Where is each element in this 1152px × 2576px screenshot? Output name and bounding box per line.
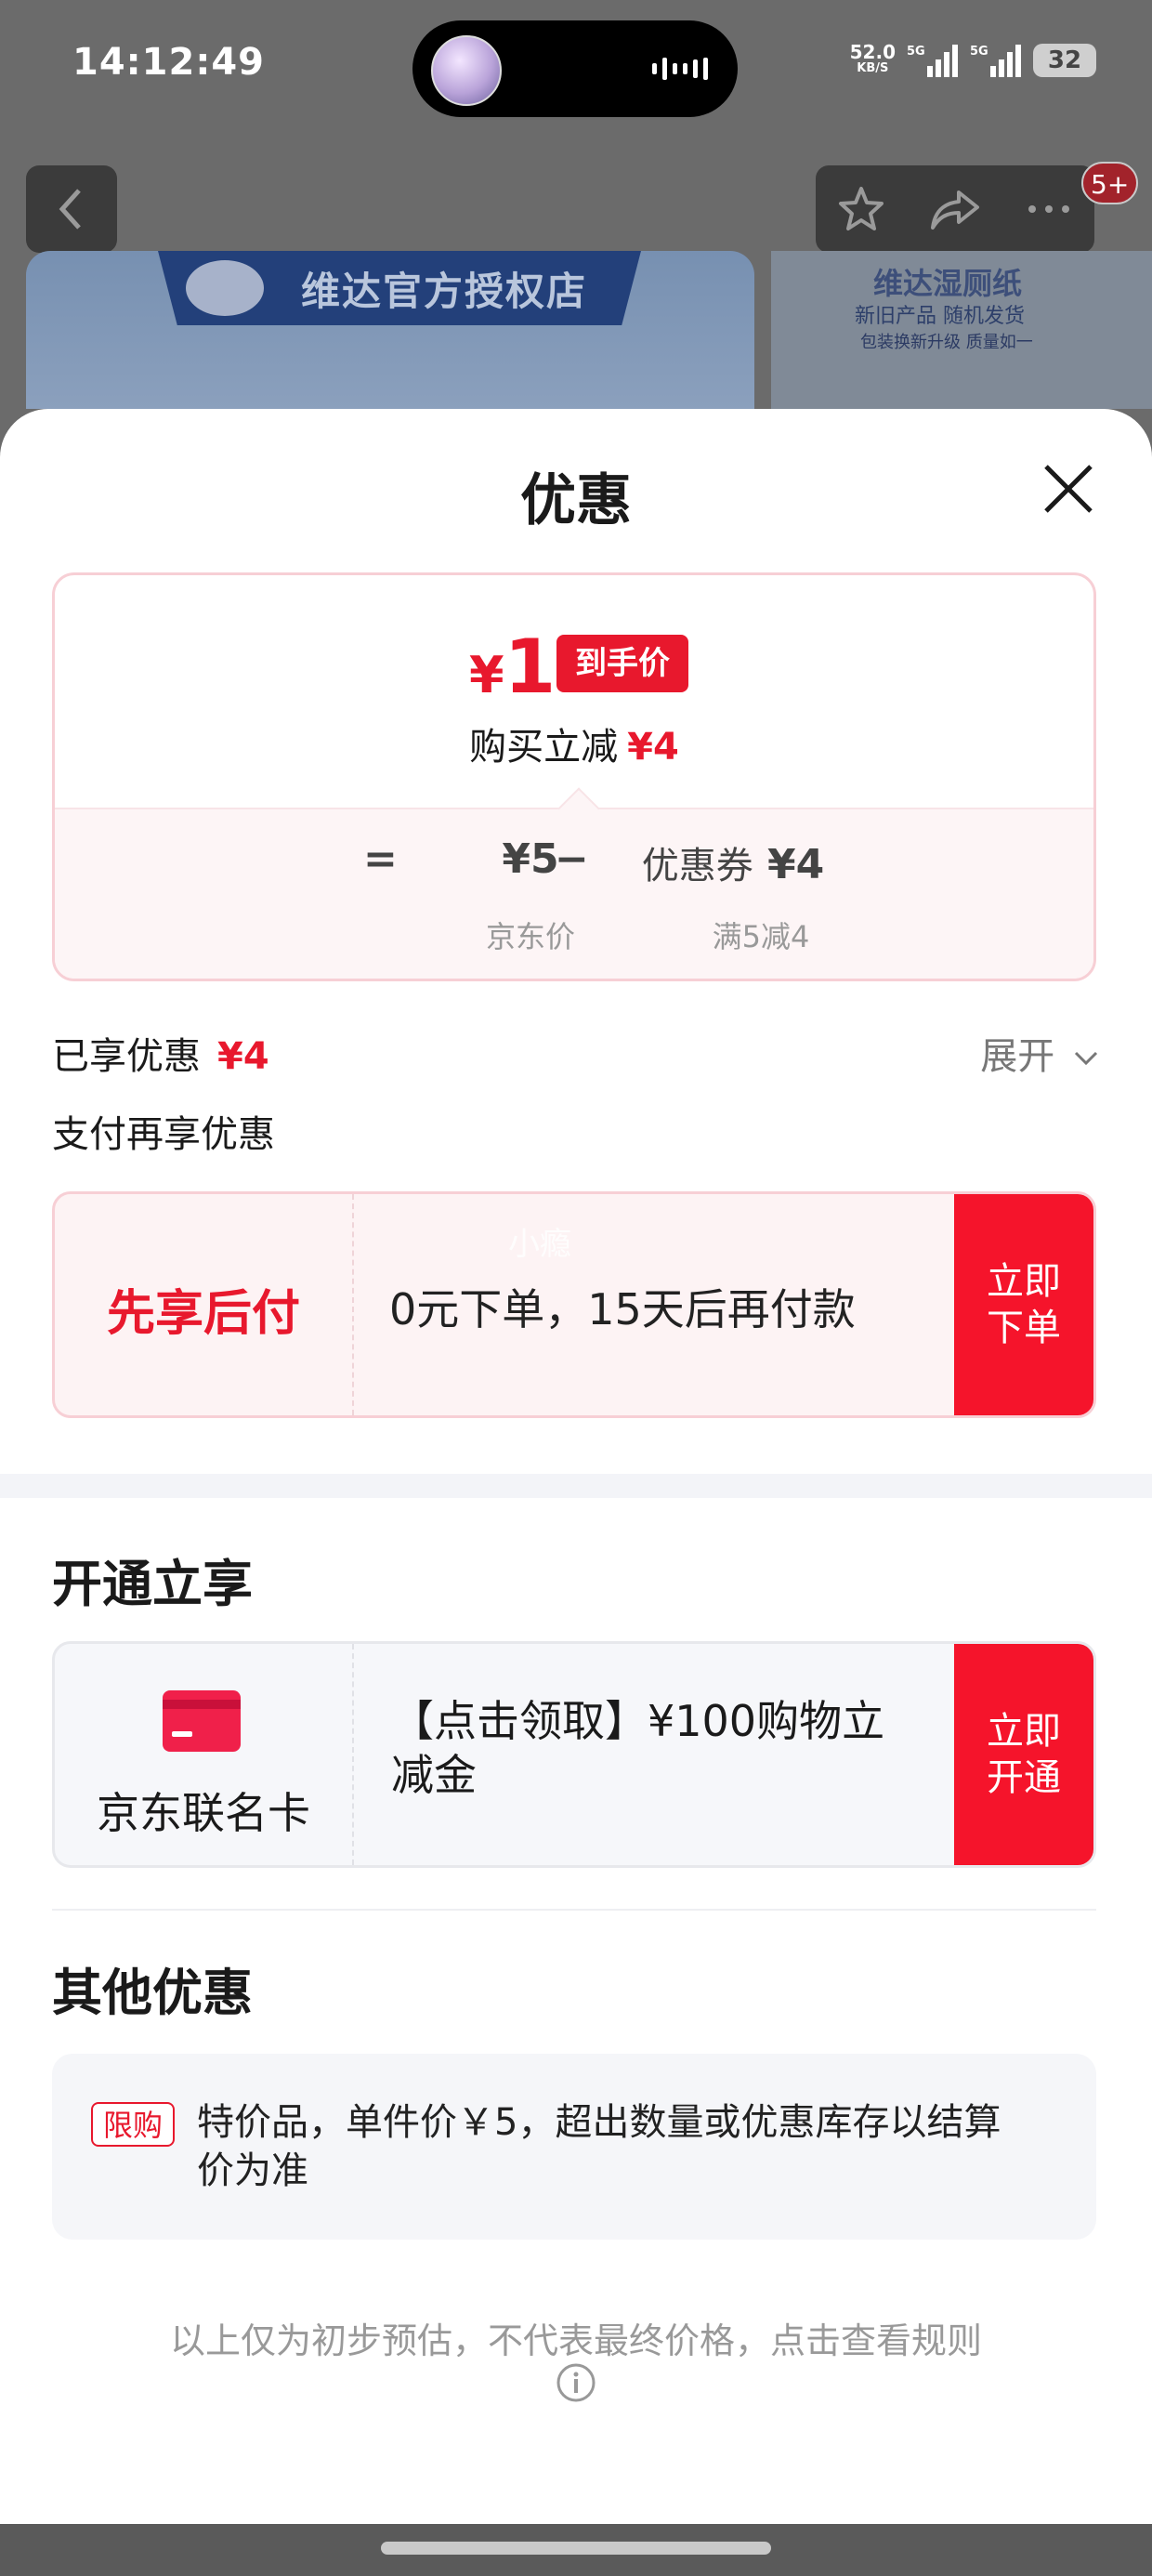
signal-5g-icon: 5G (907, 45, 958, 77)
other-section-title: 其他优惠 (52, 1964, 253, 2022)
original-price: ¥5 (502, 835, 559, 883)
store-plate: 维达官方授权店 (158, 251, 641, 325)
final-price-tag: 到手价 (556, 635, 688, 692)
disclaimer-link[interactable]: 以上仅为初步预估，不代表最终价格，点击查看规则 (0, 2312, 1152, 2363)
section-divider (0, 1474, 1152, 1498)
close-icon[interactable] (1039, 459, 1098, 519)
price-formula: = ¥5 − 优惠券 ¥4 京东价 满5减4 (55, 787, 1093, 979)
home-indicator[interactable] (381, 2542, 771, 2555)
pay-more-label: 支付再享优惠 (52, 1113, 275, 1156)
limit-tag: 限购 (91, 2102, 175, 2147)
equals-sign: = (363, 835, 398, 883)
divider-line (52, 1909, 1096, 1911)
card-offer-desc: 【点击领取】¥100购物立减金 (391, 1696, 885, 1800)
other-offer-text: 特价品，单件价￥5，超出数量或优惠库存以结算价为准 (197, 2101, 1001, 2192)
message-badge: 5+ (1081, 162, 1139, 204)
minus-sign: − (555, 835, 589, 883)
bnpl-desc: 0元下单，15天后再付款 (389, 1284, 856, 1334)
vinda-logo (186, 260, 264, 316)
svg-text:5G: 5G (907, 45, 925, 59)
store-name: 维达官方授权店 (301, 268, 588, 314)
original-price-label: 京东价 (485, 919, 575, 954)
promo-title: 维达湿厕纸 (873, 266, 1023, 301)
dynamic-island[interactable] (412, 20, 738, 117)
status-indicators: 52.0 KB/S 5G 5G 32 (850, 37, 1096, 84)
chevron-down-icon (1074, 1051, 1098, 1066)
coupon-rule: 满5减4 (712, 919, 810, 954)
promo-banner: 维达湿厕纸 新旧产品 随机发货 包装换新升级 质量如一 (771, 251, 1152, 409)
status-time: 14:12:49 (72, 41, 265, 84)
audio-wave-icon (652, 58, 708, 80)
card-name: 京东联名卡 (97, 1788, 310, 1838)
price-breakdown-card: ¥1 到手价 购买立减 ¥4 = ¥5 − 优惠券 ¥4 京东价 满5减4 (52, 572, 1096, 981)
store-banner: 维达官方授权店 (26, 251, 754, 409)
bnpl-left: 先享后付 (55, 1194, 354, 1415)
expand-button[interactable]: 展开 (980, 1026, 1100, 1080)
network-speed: 52.0 KB/S (849, 41, 896, 75)
info-icon[interactable] (556, 2362, 596, 2403)
instant-reduce: 购买立减 ¥4 (469, 726, 679, 769)
bnpl-offer-card[interactable]: 先享后付 小瘾 0元下单，15天后再付款 立即 下单 (52, 1191, 1096, 1418)
status-bar: 14:12:49 52.0 KB/S 5G 5G 32 (0, 0, 1152, 139)
order-now-button[interactable]: 立即 下单 (954, 1194, 1093, 1415)
coupon-amount: 优惠券 ¥4 (641, 841, 825, 888)
other-offer-box: 限购 特价品，单件价￥5，超出数量或优惠库存以结算价为准 (52, 2054, 1096, 2240)
sheet-title: 优惠 (520, 468, 632, 533)
final-price: ¥1 (469, 624, 556, 710)
promo-sub: 新旧产品 随机发货 (855, 305, 1025, 328)
svg-text:5G: 5G (970, 45, 988, 59)
star-icon[interactable] (835, 183, 887, 235)
discount-sheet: 优惠 ¥1 到手价 购买立减¥4 = ¥5 − 优惠券 ¥4 京东价 满5减4 (0, 409, 1152, 2528)
battery-icon: 32 (1033, 44, 1096, 77)
final-price-area: ¥1 到手价 购买立减 ¥4 (55, 575, 1093, 808)
promo-sub2: 包装换新升级 质量如一 (860, 333, 1033, 352)
share-icon[interactable] (927, 183, 983, 235)
open-now-button[interactable]: 立即 开通 (954, 1644, 1093, 1865)
enjoyed-discount: 已享优惠 ¥4 (52, 1035, 269, 1078)
co-brand-card-offer[interactable]: 京东联名卡 【点击领取】¥100购物立减金 立即 开通 (52, 1641, 1096, 1868)
open-section-title: 开通立享 (52, 1555, 253, 1613)
signal-5g-icon-2: 5G (970, 45, 1021, 77)
more-icon[interactable] (1023, 183, 1075, 235)
card-offer-left: 京东联名卡 (55, 1644, 354, 1865)
bnpl-name: 先享后付 (106, 1286, 300, 1342)
music-avatar (431, 35, 502, 106)
chevron-left-icon (59, 189, 81, 230)
watermark: 小瘾 (508, 1226, 571, 1263)
nav-action-group (816, 165, 1094, 253)
credit-card-icon (163, 1690, 241, 1752)
back-button[interactable] (26, 165, 117, 253)
